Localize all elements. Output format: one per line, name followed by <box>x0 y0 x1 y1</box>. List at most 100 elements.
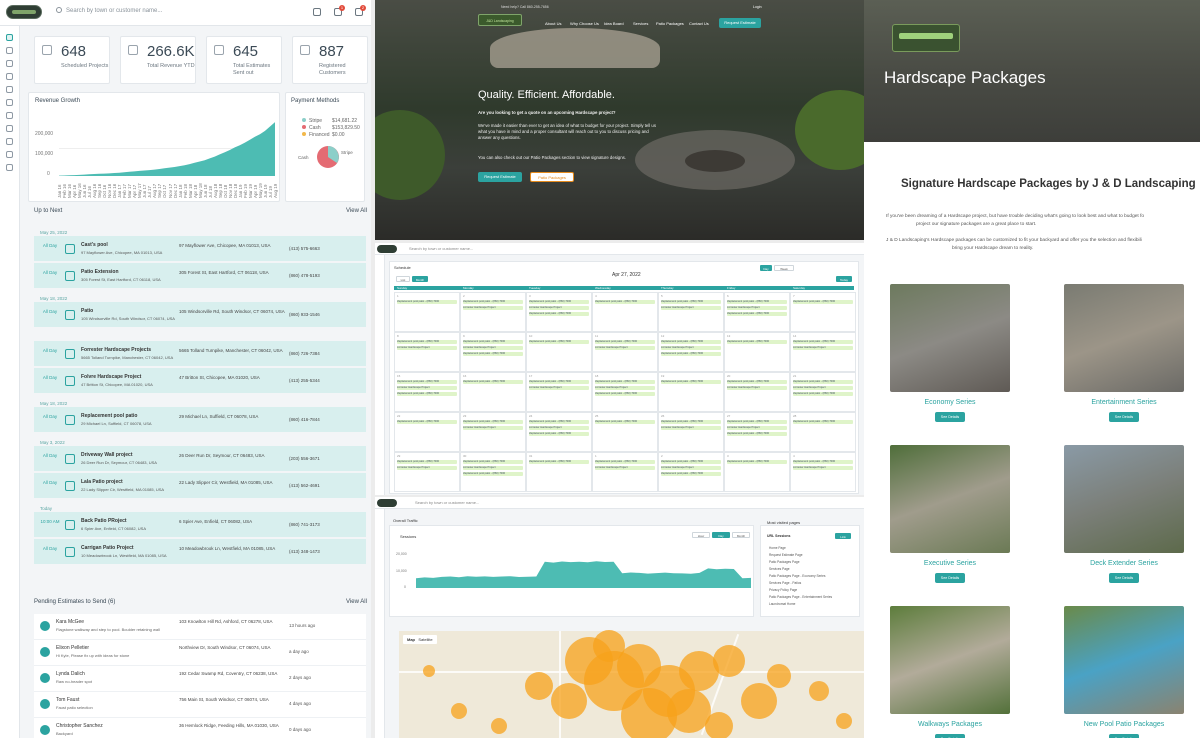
list-item[interactable]: Lynda Dalich Raw no-header spot 192 Cedar … <box>34 666 366 692</box>
calendar-day[interactable]: 29 Replacement pool patio - (860) 7000 For… <box>394 452 460 492</box>
calendar-event[interactable]: Replacement pool patio - (860) 7000 <box>529 420 589 424</box>
calendar-event[interactable]: Forrester Hardscape Project <box>727 386 787 390</box>
nav-about[interactable]: About Us <box>545 21 561 26</box>
page-link[interactable]: Services Page <box>769 567 790 571</box>
calendar-event[interactable]: Replacement pool patio - (860) 7000 <box>397 460 457 464</box>
layers-icon[interactable] <box>6 73 13 80</box>
calendar-event[interactable]: Replacement pool patio - (860) 7000 <box>727 340 787 344</box>
calendar-day[interactable]: 25 Replacement pool patio - (860) 7000 <box>592 412 658 452</box>
table-row[interactable]: All Day Lala Patio project 22 Lady Slipper… <box>34 473 366 499</box>
search-input[interactable]: Search by town or customer name... <box>415 500 479 505</box>
see-details-button[interactable]: See Details <box>1109 734 1139 738</box>
satellite-tab[interactable]: Satellite <box>418 637 432 642</box>
heat-map[interactable]: Map Satellite <box>399 630 864 738</box>
calendar-day[interactable]: 18 Replacement pool patio - (860) 7000 For… <box>592 372 658 412</box>
package-image[interactable] <box>890 606 1010 714</box>
calendar-event[interactable]: Forrester Hardscape Project <box>727 306 787 310</box>
search-input[interactable]: Search by town or customer name... <box>56 7 162 14</box>
calendar-day[interactable]: 16 Replacement pool patio - (860) 7000 <box>460 372 526 412</box>
page-link[interactable]: Request Estimate Page <box>769 553 803 557</box>
calendar-event[interactable]: Forrester Hardscape Project <box>727 426 787 430</box>
calendar-day[interactable]: 30 Replacement pool patio - (860) 7000 For… <box>460 452 526 492</box>
calendar-day[interactable]: 13 Replacement pool patio - (860) 7000 <box>724 332 790 372</box>
calendar-day[interactable]: 7 Replacement pool patio - (860) 7000 <box>790 292 856 332</box>
calendar-event[interactable]: Forrester Hardscape Project <box>595 386 655 390</box>
nav-contact[interactable]: Contact Us <box>689 21 709 26</box>
site-logo[interactable]: J&D Landscaping <box>478 14 522 26</box>
calendar-event[interactable]: Forrester Hardscape Project <box>397 386 457 390</box>
calendar-day[interactable]: 2 Replacement pool patio - (860) 7000 Forr… <box>658 452 724 492</box>
list-item[interactable]: Christopher Sanchez Backyard 36 Hemlock Ri… <box>34 718 366 738</box>
package-image[interactable] <box>1064 284 1184 392</box>
calendar-day[interactable]: 4 Replacement pool patio - (860) 7000 Forr… <box>790 452 856 492</box>
calendar-event[interactable]: Replacement pool patio - (860) 7000 <box>397 380 457 384</box>
nav-idea-board[interactable]: Idea Board <box>604 21 624 26</box>
site-logo[interactable] <box>892 24 960 52</box>
today-button[interactable]: Today <box>836 276 852 282</box>
calendar-day[interactable]: 1 Replacement pool patio - (860) 7000 Forr… <box>592 452 658 492</box>
calendar-event[interactable]: Replacement pool patio - (860) 7000 <box>397 300 457 304</box>
calendar-event[interactable]: Replacement pool patio - (860) 7000 <box>463 300 523 304</box>
calendar-event[interactable]: Forrester Hardscape Project <box>529 426 589 430</box>
calendar-day[interactable]: 1 Replacement pool patio - (860) 7000 <box>394 292 460 332</box>
package-image[interactable] <box>1064 606 1184 714</box>
see-details-button[interactable]: See Details <box>1109 573 1139 583</box>
nav-services[interactable]: Services <box>633 21 648 26</box>
table-row[interactable]: All Day Replacement pool patio 29 Michael … <box>34 407 366 433</box>
calendar-day[interactable]: 2 Replacement pool patio - (860) 7000 Forr… <box>460 292 526 332</box>
mail-icon[interactable]: 2 <box>355 5 366 16</box>
list-item[interactable]: Kara McGee Flagstone walkway and step to … <box>34 614 366 640</box>
nav-request-estimate-button[interactable]: Request Estimate <box>719 18 761 28</box>
nav-patio-packages[interactable]: Patio Packages <box>656 21 684 26</box>
traffic-day-button[interactable]: Day <box>712 532 730 538</box>
calendar-event[interactable]: Forrester Hardscape Project <box>463 426 523 430</box>
calendar-event[interactable]: Replacement pool patio - (860) 7000 <box>727 432 787 436</box>
calendar-event[interactable]: Replacement pool patio - (860) 7000 <box>595 460 655 464</box>
see-details-button[interactable]: See Details <box>935 412 965 422</box>
calendar-event[interactable]: Replacement pool patio - (860) 7000 <box>463 460 523 464</box>
calendar-event[interactable]: Forrester Hardscape Project <box>793 386 853 390</box>
search-input[interactable]: Search by town or customer name... <box>409 246 473 251</box>
list-item[interactable]: Elixon Pelletier Hi Kyle, Please fix up w… <box>34 640 366 666</box>
calendar-event[interactable]: Replacement pool patio - (860) 7000 <box>661 352 721 356</box>
table-row[interactable]: All Day Carrigan Patio Project 10 Meadowbr… <box>34 539 366 565</box>
calendar-event[interactable]: Replacement pool patio - (860) 7000 <box>793 380 853 384</box>
page-link[interactable]: Patio Packages Page - Entertainment Seri… <box>769 595 832 599</box>
package-image[interactable] <box>1064 445 1184 553</box>
traffic-hour-button[interactable]: Hour <box>692 532 710 538</box>
calendar-day[interactable]: 28 Replacement pool patio - (860) 7000 <box>790 412 856 452</box>
calendar-event[interactable]: Forrester Hardscape Project <box>661 426 721 430</box>
calendar-day[interactable]: 26 Replacement pool patio - (860) 7000 For… <box>658 412 724 452</box>
page-link[interactable]: Patio Packages Page <box>769 560 799 564</box>
calendar-day[interactable]: 23 Replacement pool patio - (860) 7000 For… <box>460 412 526 452</box>
calendar-day[interactable]: 22 Replacement pool patio - (860) 7000 <box>394 412 460 452</box>
table-row[interactable]: All Day Forrester Hardscape Projects 5665 … <box>34 341 366 367</box>
calendar-event[interactable]: Replacement pool patio - (860) 7000 <box>661 380 721 384</box>
grid-icon[interactable] <box>313 8 321 16</box>
calendar-event[interactable]: Replacement pool patio - (860) 7000 <box>793 392 853 396</box>
image-icon[interactable] <box>6 125 13 132</box>
calendar-day[interactable]: 15 Replacement pool patio - (860) 7000 For… <box>394 372 460 412</box>
page-link[interactable]: Patio Packages Page - Economy Series <box>769 574 826 578</box>
calendar-day[interactable]: 9 Replacement pool patio - (860) 7000 Forr… <box>460 332 526 372</box>
calendar-event[interactable]: Replacement pool patio - (860) 7000 <box>661 300 721 304</box>
calendar-event[interactable]: Replacement pool patio - (860) 7000 <box>661 420 721 424</box>
calendar-event[interactable]: Replacement pool patio - (860) 7000 <box>727 312 787 316</box>
calendar-event[interactable]: Replacement pool patio - (860) 7000 <box>463 420 523 424</box>
see-details-button[interactable]: See Details <box>1109 412 1139 422</box>
briefcase-icon[interactable] <box>6 138 13 145</box>
file-icon[interactable] <box>6 99 13 106</box>
calendar-event[interactable]: Replacement pool patio - (860) 7000 <box>529 312 589 316</box>
person-icon[interactable] <box>6 112 13 119</box>
table-row[interactable]: All Day Folvre Hardscape Project 47 Britto… <box>34 368 366 394</box>
table-row[interactable]: All Day Patio Extension 305 Forest St, Eas… <box>34 263 366 289</box>
calendar-day[interactable]: 31 Replacement pool patio - (860) 7000 <box>526 452 592 492</box>
calendar-event[interactable]: Forrester Hardscape Project <box>463 346 523 350</box>
calendar-event[interactable]: Replacement pool patio - (860) 7000 <box>793 460 853 464</box>
calendar-event[interactable]: Replacement pool patio - (860) 7000 <box>463 340 523 344</box>
calendar-event[interactable]: Forrester Hardscape Project <box>661 466 721 470</box>
hero-patio-packages-button[interactable]: Patio Packages <box>530 172 574 182</box>
calendar-event[interactable]: Forrester Hardscape Project <box>529 386 589 390</box>
calendar-day[interactable]: 21 Replacement pool patio - (860) 7000 For… <box>790 372 856 412</box>
up-next-view-all[interactable]: View All <box>346 208 367 214</box>
